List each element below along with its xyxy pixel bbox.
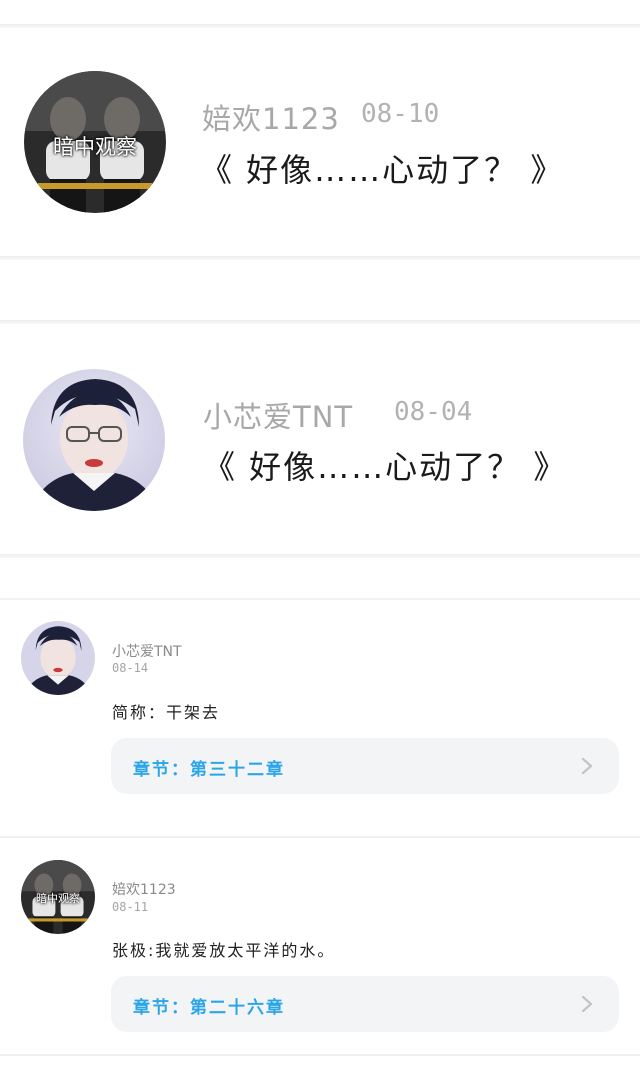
author-name[interactable]: 婄欢1123 [112,879,176,899]
featured-card-2[interactable]: 小芯爱TNT 08-04 《 好像……心动了？ 》 [0,326,640,554]
comment-date: 08-14 [112,661,149,675]
chapter-label: 章节：第三十二章 [133,760,285,780]
divider [0,320,640,324]
avatar-image [21,621,95,695]
divider [0,554,640,558]
divider [0,256,640,260]
chevron-right-icon [581,995,593,1013]
comment-text: 张极:我就爱放太平洋的水。 [112,941,336,960]
author-name[interactable]: 婄欢1123 [202,96,340,138]
avatar[interactable] [21,621,95,695]
avatar-caption: 暗中观察 [53,135,137,159]
chapter-link-button[interactable]: 章节：第二十六章 [111,976,619,1032]
post-date: 08-04 [394,397,473,427]
post-title[interactable]: 《 好像……心动了？ 》 [203,442,567,488]
comment-text: 简称：干架去 [112,703,221,722]
post-title[interactable]: 《 好像……心动了？ 》 [200,145,564,191]
avatar-image [23,369,165,511]
post-date: 08-10 [361,99,440,129]
comment-item-1: 小芯爱TNT 08-14 简称：干架去 章节：第三十二章 [0,600,640,830]
chapter-link-button[interactable]: 章节：第三十二章 [111,738,619,794]
divider-top [0,24,640,28]
comment-date: 08-11 [112,900,149,914]
divider-bottom [0,1054,640,1056]
chapter-label: 章节：第二十六章 [133,998,285,1018]
author-name[interactable]: 小芯爱TNT [203,394,353,436]
chevron-right-icon [581,757,593,775]
featured-card-1[interactable]: 暗中观察 婄欢1123 08-10 《 好像……心动了？ 》 [0,30,640,256]
avatar[interactable]: 暗中观察 [24,71,166,213]
avatar[interactable] [23,369,165,511]
avatar[interactable]: 暗中观察 [21,860,95,934]
author-name[interactable]: 小芯爱TNT [112,641,182,661]
avatar-caption: 暗中观察 [36,892,80,905]
comment-item-2: 暗中观察 婄欢1123 08-11 张极:我就爱放太平洋的水。 章节：第二十六章 [0,838,640,1066]
